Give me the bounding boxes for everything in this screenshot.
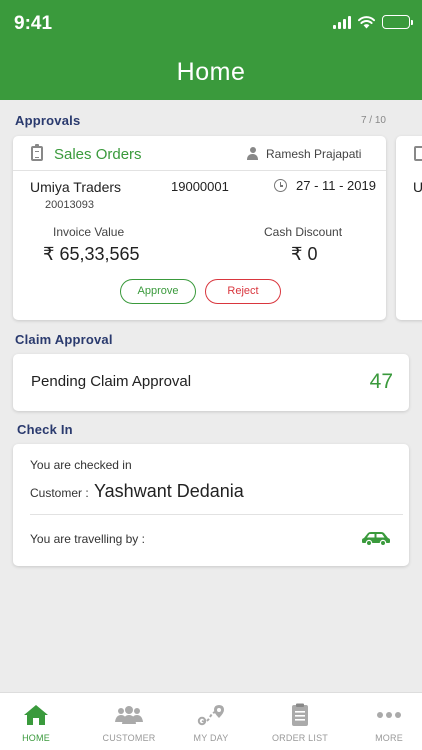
clipboard-icon bbox=[414, 146, 422, 161]
status-time: 9:41 bbox=[14, 13, 53, 34]
customer-name: Umiya Traders bbox=[30, 179, 122, 195]
next-card-customer-peek: U bbox=[413, 179, 422, 195]
check-in-customer-label: Customer : bbox=[30, 486, 89, 500]
travel-mode-label: You are travelling by : bbox=[30, 532, 145, 546]
reject-button[interactable]: Reject bbox=[205, 279, 281, 304]
bottom-navigation: HOME CUSTOMER MY DAY ORDER LIST MORE bbox=[0, 692, 422, 750]
status-bar: 9:41 bbox=[0, 0, 422, 48]
salesperson-name: Ramesh Prajapati bbox=[266, 147, 362, 161]
divider bbox=[30, 514, 403, 515]
approvals-section-title: Approvals bbox=[15, 113, 81, 128]
more-dots-icon bbox=[377, 712, 401, 718]
nav-order-list-label: ORDER LIST bbox=[271, 733, 328, 743]
clock-icon bbox=[274, 179, 287, 192]
pending-claim-label: Pending Claim Approval bbox=[31, 373, 192, 390]
card-header: Sales Orders Ramesh Prajapati bbox=[13, 136, 386, 171]
approve-button[interactable]: Approve bbox=[120, 279, 196, 304]
cash-discount-label: Cash Discount bbox=[264, 225, 343, 239]
nav-more-label: MORE bbox=[375, 733, 403, 743]
nav-home-label: HOME bbox=[22, 733, 50, 743]
next-approval-card[interactable]: U bbox=[396, 136, 422, 320]
check-in-customer-name: Yashwant Dedania bbox=[94, 481, 244, 501]
order-date: 27 - 11 - 2019 bbox=[296, 178, 376, 193]
nav-my-day[interactable]: MY DAY bbox=[169, 693, 253, 750]
order-number: 19000001 bbox=[171, 179, 229, 194]
checked-in-status: You are checked in bbox=[30, 458, 132, 472]
cellular-signal-icon bbox=[333, 15, 351, 29]
app-header: 9:41 Home bbox=[0, 0, 422, 100]
approvals-pager: 7 / 10 bbox=[360, 115, 386, 126]
cash-discount-value: ₹ 0 bbox=[291, 244, 318, 264]
nav-my-day-label: MY DAY bbox=[193, 733, 229, 743]
check-in-section-title: Check In bbox=[17, 422, 73, 437]
invoice-value: ₹ 65,33,565 bbox=[43, 244, 140, 264]
home-icon bbox=[24, 705, 48, 725]
card-title: Sales Orders bbox=[54, 146, 142, 163]
nav-customer-label: CUSTOMER bbox=[102, 733, 156, 743]
wifi-icon bbox=[358, 15, 375, 28]
pending-claim-count: 47 bbox=[369, 370, 393, 393]
battery-icon bbox=[382, 15, 413, 29]
customers-icon bbox=[115, 706, 143, 724]
customer-code: 20013093 bbox=[45, 199, 94, 211]
status-icons bbox=[333, 15, 413, 29]
clipboard-icon bbox=[292, 703, 308, 726]
person-icon bbox=[246, 147, 259, 160]
sales-order-approval-card[interactable]: Sales Orders Ramesh Prajapati Umiya Trad… bbox=[13, 136, 386, 320]
invoice-value-label: Invoice Value bbox=[53, 225, 125, 239]
nav-order-list[interactable]: ORDER LIST bbox=[258, 693, 342, 750]
nav-customer[interactable]: CUSTOMER bbox=[87, 693, 171, 750]
clipboard-icon bbox=[31, 144, 43, 161]
check-in-card[interactable]: You are checked in Customer : Yashwant D… bbox=[13, 444, 409, 566]
claim-approval-section-title: Claim Approval bbox=[15, 332, 113, 347]
pending-claim-approval-card[interactable]: Pending Claim Approval 47 bbox=[13, 354, 409, 411]
nav-home[interactable]: HOME bbox=[0, 693, 78, 750]
car-icon bbox=[362, 532, 390, 546]
page-title: Home bbox=[176, 58, 246, 86]
nav-more[interactable]: MORE bbox=[347, 693, 422, 750]
route-icon bbox=[197, 705, 224, 726]
